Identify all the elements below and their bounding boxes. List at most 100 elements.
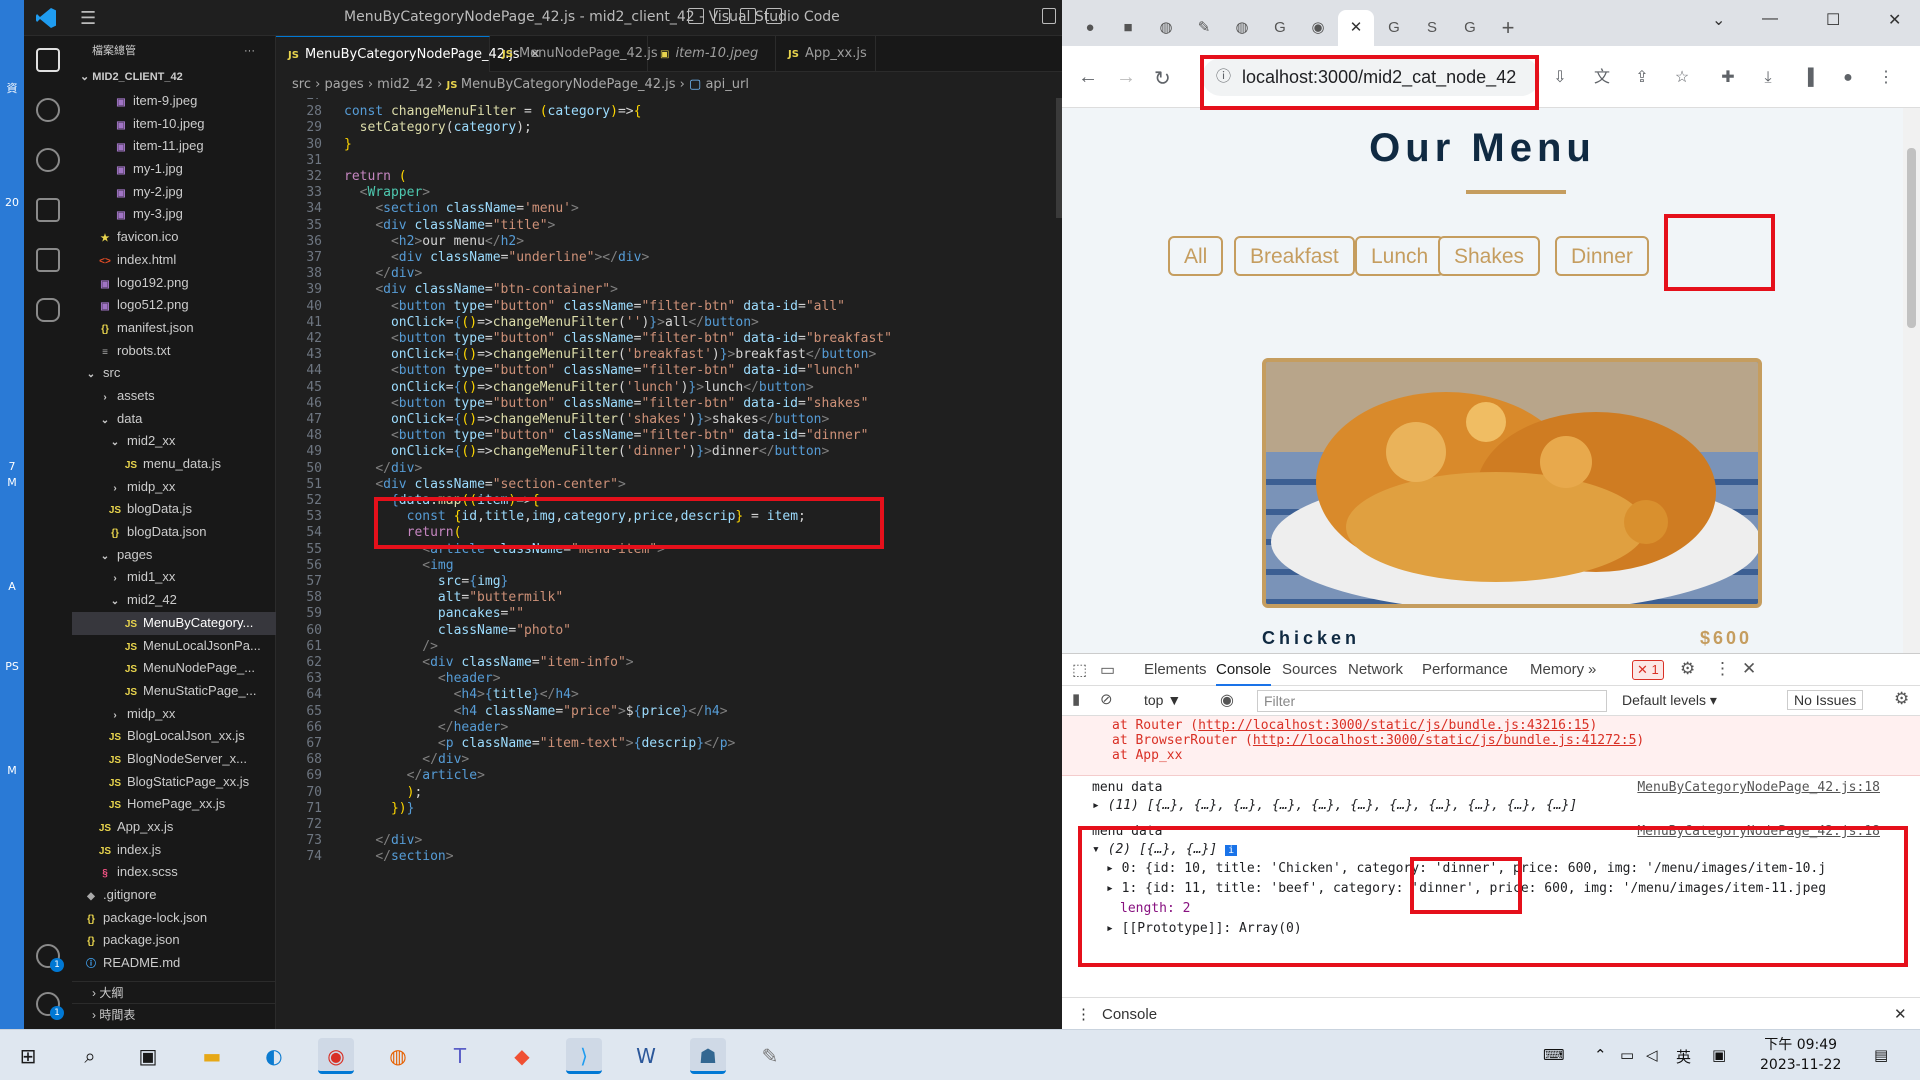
maximize-icon[interactable]: ☐ — [1826, 10, 1840, 30]
file-tree-item[interactable]: JS HomePage_xx.js — [72, 793, 276, 816]
file-tree-item[interactable]: ▣ item-11.jpeg — [72, 135, 276, 158]
code-line[interactable]: /> — [344, 639, 438, 654]
forward-icon[interactable]: → — [1116, 66, 1136, 89]
start-icon[interactable]: ⊞ — [10, 1038, 46, 1074]
breadcrumb-item[interactable]: src — [292, 77, 311, 92]
code-line[interactable]: </article> — [344, 768, 485, 783]
file-tree-item[interactable]: JS BlogStaticPage_xx.js — [72, 771, 276, 794]
desktop-icon-label[interactable]: A — [0, 580, 24, 593]
devtools-tab-sources[interactable]: Sources — [1282, 654, 1337, 686]
file-tree-item[interactable]: JS BlogLocalJson_xx.js — [72, 725, 276, 748]
bookmark-star-icon[interactable]: ☆ — [1672, 68, 1692, 88]
tab-app-icon[interactable]: ■ — [1110, 10, 1146, 46]
log1-source-link[interactable]: MenuByCategoryNodePage_42.js:18 — [1637, 780, 1880, 795]
source-control-icon[interactable] — [36, 148, 60, 172]
code-line[interactable]: })} — [344, 801, 414, 816]
code-line[interactable]: <button type="button" className="filter-… — [344, 396, 869, 411]
log1-array[interactable]: ▸ (11) [{…}, {…}, {…}, {…}, {…}, {…}, {…… — [1092, 798, 1577, 813]
editor-tab[interactable]: JS MenuNodePage_42.js — [490, 36, 658, 72]
code-line[interactable]: </div> — [344, 266, 422, 281]
new-tab-icon[interactable]: + — [1490, 10, 1526, 46]
file-tree-item[interactable]: ◆ .gitignore — [72, 884, 276, 907]
search-icon[interactable] — [36, 98, 60, 122]
stack-link[interactable]: http://localhost:3000/static/js/bundle.j… — [1198, 718, 1589, 733]
devtools-tab-console[interactable]: Console — [1216, 654, 1272, 686]
file-tree-item[interactable]: ▣ item-10.jpeg — [72, 113, 276, 136]
code-editor[interactable]: 2728 const changeMenuFilter = (category)=… — [276, 98, 1062, 1029]
filter-button-lunch[interactable]: Lunch — [1355, 236, 1445, 276]
code-line[interactable]: onClick={()=>changeMenuFilter('dinner')}… — [344, 444, 829, 459]
run-debug-icon[interactable] — [36, 198, 60, 222]
chrome-taskbar-icon[interactable]: ◉ — [318, 1038, 354, 1074]
code-line[interactable]: onClick={()=>changeMenuFilter('')}>all</… — [344, 315, 759, 330]
close-window-icon[interactable]: ✕ — [1888, 10, 1901, 30]
toggle-secondary-sidebar-icon[interactable] — [740, 8, 756, 24]
devtools-tab-memory[interactable]: Memory — [1530, 654, 1584, 686]
breadcrumb-item[interactable]: mid2_42 — [377, 77, 433, 92]
file-tree-item[interactable]: ≡ robots.txt — [72, 340, 276, 363]
breadcrumb-item[interactable]: api_url — [705, 77, 749, 92]
live-expression-eye-icon[interactable]: ◉ — [1220, 690, 1234, 710]
task-view-icon[interactable]: ▣ — [130, 1038, 166, 1074]
code-line[interactable]: <div className="title"> — [344, 218, 555, 233]
file-tree-item[interactable]: JS MenuByCategory... — [72, 611, 276, 635]
git-icon[interactable]: ◆ — [504, 1038, 540, 1074]
device-toolbar-icon[interactable]: ▭ — [1100, 660, 1115, 680]
code-line[interactable]: <header> — [344, 671, 501, 686]
taskbar-search-icon[interactable]: ⌕ — [72, 1038, 108, 1074]
file-tree-item[interactable]: ▣ logo192.png — [72, 272, 276, 295]
outline-section[interactable]: › 大綱 — [72, 981, 276, 1003]
code-line[interactable]: const changeMenuFilter = (category)=>{ — [344, 104, 641, 119]
code-line[interactable]: </header> — [344, 720, 508, 735]
code-line[interactable]: <div className="btn-container"> — [344, 282, 618, 297]
desktop-icon-label[interactable]: 7 — [0, 460, 24, 473]
file-tree-item[interactable]: ▣ my-1.jpg — [72, 158, 276, 181]
keyboard-icon[interactable]: ⌨ — [1543, 1046, 1565, 1064]
file-tree-item[interactable]: {} package-lock.json — [72, 907, 276, 930]
reload-icon[interactable]: ↻ — [1154, 66, 1171, 91]
code-line[interactable]: onClick={()=>changeMenuFilter('shakes')}… — [344, 412, 829, 427]
translate-icon[interactable]: 文 — [1592, 68, 1612, 88]
desktop-icon-label[interactable]: M — [0, 476, 24, 489]
devtools-tab-elements[interactable]: Elements — [1144, 654, 1207, 686]
file-tree-item[interactable]: JS MenuLocalJsonPa... — [72, 635, 276, 658]
code-line[interactable]: src={img} — [344, 574, 508, 589]
file-tree-item[interactable]: › mid1_xx — [72, 566, 276, 589]
code-line[interactable]: <p className="item-text">{descrip}</p> — [344, 736, 735, 751]
file-tree-item[interactable]: ▣ my-3.jpg — [72, 203, 276, 226]
devtools-settings-icon[interactable]: ⚙ — [1680, 659, 1695, 679]
firefox-icon[interactable]: ◍ — [380, 1038, 416, 1074]
downloads-icon[interactable]: ⤓ — [1758, 68, 1778, 88]
desktop-icon-label[interactable]: PS — [0, 660, 24, 673]
page-scrollbar[interactable] — [1903, 108, 1920, 653]
stack-link[interactable]: http://localhost:3000/static/js/bundle.j… — [1253, 733, 1637, 748]
ime-indicator[interactable]: 英 — [1676, 1046, 1691, 1067]
issues-button[interactable]: No Issues — [1787, 690, 1864, 710]
file-tree-item[interactable]: § index.scss — [72, 861, 276, 884]
file-tree-item[interactable]: ⌄ src — [72, 362, 276, 385]
file-tree-item[interactable]: › midp_xx — [72, 703, 276, 726]
tray-overflow-icon[interactable]: ⌃ — [1594, 1046, 1607, 1064]
code-line[interactable]: <button type="button" className="filter-… — [344, 331, 892, 346]
extensions-puzzle-icon[interactable]: ✚ — [1718, 68, 1738, 88]
volume-icon[interactable]: ◁ — [1646, 1046, 1658, 1064]
code-line[interactable]: <button type="button" className="filter-… — [344, 363, 861, 378]
breadcrumb-item[interactable]: MenuByCategoryNodePage_42.js — [461, 77, 676, 92]
customize-layout-icon[interactable] — [766, 8, 782, 24]
breadcrumb-item[interactable]: pages — [324, 77, 363, 92]
editor-tab[interactable]: ▣ item-10.jpeg — [648, 36, 776, 72]
code-line[interactable]: return ( — [344, 169, 407, 184]
sidebar-toggle-icon[interactable]: ▮ — [1072, 690, 1080, 708]
code-line[interactable]: className="photo" — [344, 623, 571, 638]
drawer-menu-icon[interactable]: ⋮ — [1076, 998, 1091, 1031]
context-selector[interactable]: top ▼ — [1144, 692, 1181, 708]
file-tree-item[interactable]: ▣ item-9.jpeg — [72, 90, 276, 113]
tab-github-icon[interactable]: ● — [1072, 10, 1108, 46]
tab-google2-icon[interactable]: G — [1376, 10, 1412, 46]
code-line[interactable]: ); — [344, 785, 423, 800]
install-icon[interactable]: ⇩ — [1550, 68, 1570, 88]
explorer-icon[interactable] — [36, 48, 60, 72]
code-line[interactable]: <div className="item-info"> — [344, 655, 633, 670]
code-line[interactable]: onClick={()=>changeMenuFilter('lunch')}>… — [344, 380, 814, 395]
drawer-close-icon[interactable]: ✕ — [1894, 998, 1907, 1031]
